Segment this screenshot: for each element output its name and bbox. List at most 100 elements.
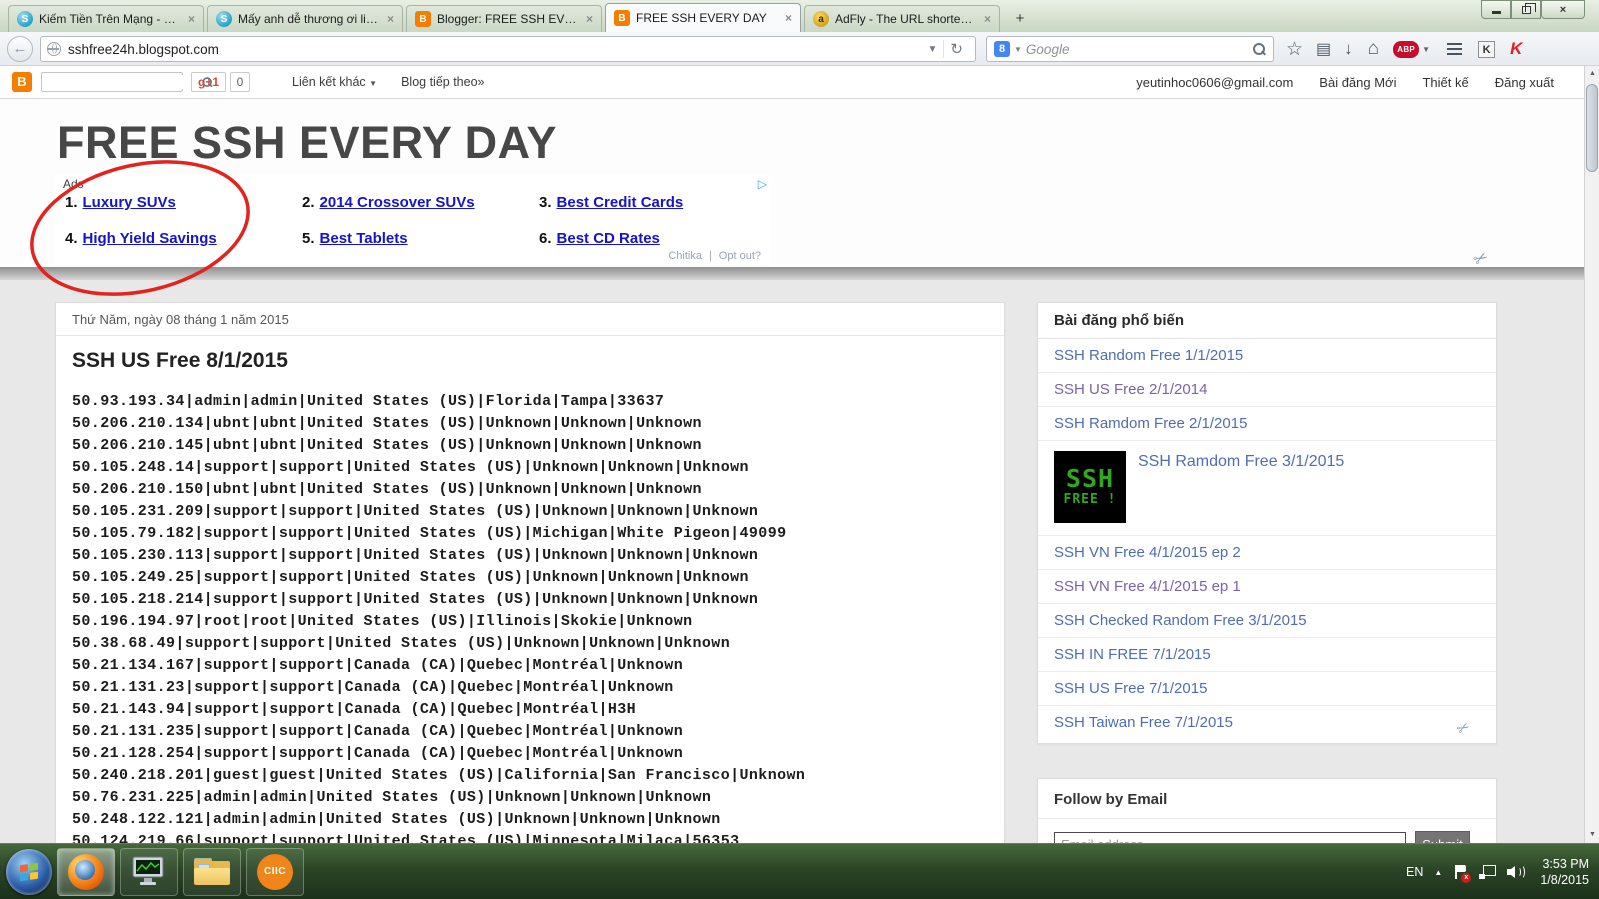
scroll-down-icon[interactable]: ▼ xyxy=(1585,827,1599,843)
new-post-link[interactable]: Bài đăng Mới xyxy=(1319,75,1396,90)
ad-optout-link[interactable]: Opt out? xyxy=(719,250,761,262)
post-title[interactable]: SSH US Free 8/1/2015 xyxy=(56,336,1004,382)
scrollbar-thumb[interactable] xyxy=(1586,84,1598,172)
url-bar[interactable]: ▼ ↻ xyxy=(40,36,976,62)
quick-edit-scissors-icon[interactable]: ✂ xyxy=(1454,717,1473,739)
adblock-plus-icon[interactable]: ABP xyxy=(1393,40,1420,58)
volume-icon[interactable] xyxy=(1507,864,1526,880)
ad-link[interactable]: Luxury SUVs xyxy=(83,194,176,211)
language-indicator[interactable]: EN xyxy=(1406,865,1423,879)
taskbar-ciic-button[interactable]: CIIC xyxy=(246,847,304,896)
popular-post-link[interactable]: SSH Ramdom Free 2/1/2015 xyxy=(1054,415,1247,432)
reload-icon[interactable]: ↻ xyxy=(943,40,969,58)
popular-post-item[interactable]: SSH VN Free 4/1/2015 ep 2 xyxy=(1038,536,1496,570)
menu-icon[interactable] xyxy=(1447,48,1463,50)
scroll-up-icon[interactable]: ▲ xyxy=(1585,66,1599,82)
tab-close-icon[interactable]: × xyxy=(387,13,394,25)
tab-close-icon[interactable]: × xyxy=(188,13,195,25)
popular-post-link[interactable]: SSH Checked Random Free 3/1/2015 xyxy=(1054,612,1307,629)
next-blog-link[interactable]: Blog tiếp theo» xyxy=(401,75,484,89)
taskbar-system-monitor-button[interactable] xyxy=(120,847,178,896)
vertical-scrollbar[interactable]: ▲ ▼ xyxy=(1584,66,1599,843)
popular-post-link[interactable]: SSH US Free 7/1/2015 xyxy=(1054,680,1207,697)
popular-post-link[interactable]: SSH Ramdom Free 3/1/2015 xyxy=(1138,453,1344,471)
taskbar-firefox-button[interactable] xyxy=(57,847,115,896)
google-engine-icon[interactable]: 8 xyxy=(994,41,1010,57)
email-field[interactable] xyxy=(1054,831,1406,843)
taskbar-clock[interactable]: 3:53 PM 1/8/2015 xyxy=(1540,856,1589,888)
search-input[interactable] xyxy=(1025,41,1253,57)
kaspersky-plugin-icon[interactable]: K xyxy=(1478,40,1496,58)
tab-close-icon[interactable]: × xyxy=(586,13,593,25)
tab-close-icon[interactable]: × xyxy=(984,13,991,25)
adblock-dropdown-icon[interactable]: ▼ xyxy=(1422,45,1430,54)
ad-link[interactable]: Best Credit Cards xyxy=(557,194,684,211)
search-bar[interactable]: 8 ▼ xyxy=(986,36,1274,62)
popular-post-item-with-thumbnail[interactable]: SSH FREE ! SSH Ramdom Free 3/1/2015 xyxy=(1038,441,1496,536)
popular-post-item[interactable]: SSH Ramdom Free 2/1/2015 xyxy=(1038,407,1496,441)
ad-provider-link[interactable]: Chitika xyxy=(668,250,702,262)
popular-post-link[interactable]: SSH Random Free 1/1/2015 xyxy=(1054,347,1243,364)
globe-icon xyxy=(47,42,61,56)
site-favicon-icon: S xyxy=(216,11,232,27)
tab-adfly[interactable]: a AdFly - The URL shortener ... × xyxy=(804,5,1000,32)
ssh-line: 50.206.210.150|ubnt|ubnt|United States (… xyxy=(72,481,702,498)
tab-kiem-tien[interactable]: S Kiếm Tiền Trên Mạng - Ma... × xyxy=(8,5,204,32)
back-button[interactable]: ← xyxy=(7,36,33,62)
submit-button[interactable]: Submit xyxy=(1415,831,1470,843)
minimize-icon xyxy=(1491,11,1501,14)
ssh-line: 50.196.194.97|root|root|United States (U… xyxy=(72,613,693,630)
blogger-logo-icon[interactable]: B xyxy=(12,72,32,92)
ad-link[interactable]: Best Tablets xyxy=(320,230,408,247)
kaspersky-url-advisor-icon[interactable]: K xyxy=(1510,39,1522,59)
url-input[interactable] xyxy=(68,41,922,57)
action-center-flag-icon[interactable]: x xyxy=(1453,864,1472,883)
tab-blogger-admin[interactable]: B Blogger: FREE SSH EVERY D... × xyxy=(406,5,602,32)
popular-post-item[interactable]: SSH US Free 2/1/2014 xyxy=(1038,373,1496,407)
close-button[interactable]: × xyxy=(1541,0,1585,19)
start-button[interactable] xyxy=(6,848,52,895)
ssh-line: 50.240.218.201|guest|guest|United States… xyxy=(72,767,806,784)
blogger-search-input[interactable] xyxy=(46,75,201,89)
engine-dropdown-icon[interactable]: ▼ xyxy=(1014,45,1022,54)
other-links-menu[interactable]: Liên kết khác ▼ xyxy=(292,75,377,89)
tab-close-icon[interactable]: × xyxy=(785,12,792,24)
popular-post-item[interactable]: SSH Random Free 1/1/2015 xyxy=(1038,339,1496,373)
popular-post-link[interactable]: SSH VN Free 4/1/2015 ep 1 xyxy=(1054,578,1241,595)
logout-link[interactable]: Đăng xuất xyxy=(1495,75,1554,90)
bookmark-star-icon[interactable]: ☆ xyxy=(1286,38,1303,61)
popular-post-link[interactable]: SSH VN Free 4/1/2015 ep 2 xyxy=(1054,544,1241,561)
design-link[interactable]: Thiết kế xyxy=(1422,75,1468,90)
minimize-button[interactable] xyxy=(1481,0,1511,19)
popular-post-item[interactable]: SSH US Free 7/1/2015 xyxy=(1038,672,1496,706)
bookmarks-menu-icon[interactable]: ▤ xyxy=(1316,39,1331,59)
ad-link[interactable]: 2014 Crossover SUVs xyxy=(320,194,475,211)
popular-post-item[interactable]: SSH Checked Random Free 3/1/2015 xyxy=(1038,604,1496,638)
ad-banner: Ads ▷ 1. Luxury SUVs 2. 2014 Crossover S… xyxy=(55,175,771,265)
home-icon[interactable]: ⌂ xyxy=(1368,38,1379,60)
new-tab-button[interactable]: + xyxy=(1007,8,1033,30)
adchoices-icon[interactable]: ▷ xyxy=(758,177,767,191)
search-icon[interactable] xyxy=(202,76,212,87)
show-hidden-icons[interactable]: ▲ xyxy=(1434,868,1442,877)
site-favicon-icon: S xyxy=(17,11,33,27)
ad-item: 1. Luxury SUVs xyxy=(65,194,176,211)
popular-post-item[interactable]: SSH VN Free 4/1/2015 ep 1 xyxy=(1038,570,1496,604)
downloads-icon[interactable]: ↓ xyxy=(1344,39,1353,59)
popular-post-item[interactable]: SSH IN FREE 7/1/2015 xyxy=(1038,638,1496,672)
popular-post-link[interactable]: SSH IN FREE 7/1/2015 xyxy=(1054,646,1211,663)
tab-may-anh[interactable]: S Mấy anh dễ thương ơi like ... × xyxy=(207,5,403,32)
url-dropdown-icon[interactable]: ▼ xyxy=(922,44,944,55)
taskbar-explorer-button[interactable] xyxy=(183,847,241,896)
network-icon[interactable] xyxy=(1479,865,1497,879)
restore-button[interactable] xyxy=(1511,0,1541,19)
tab-free-ssh-active[interactable]: B FREE SSH EVERY DAY × xyxy=(605,3,801,32)
ad-item: 3. Best Credit Cards xyxy=(539,194,683,211)
ad-link[interactable]: Best CD Rates xyxy=(557,230,660,247)
popular-post-item[interactable]: SSH Taiwan Free 7/1/2015 ✂ xyxy=(1038,706,1496,743)
search-icon[interactable] xyxy=(1253,42,1266,56)
blogger-search-box[interactable] xyxy=(41,72,212,92)
ad-link[interactable]: High Yield Savings xyxy=(83,230,217,247)
popular-post-link[interactable]: SSH Taiwan Free 7/1/2015 xyxy=(1054,714,1233,731)
popular-post-link[interactable]: SSH US Free 2/1/2014 xyxy=(1054,381,1207,398)
